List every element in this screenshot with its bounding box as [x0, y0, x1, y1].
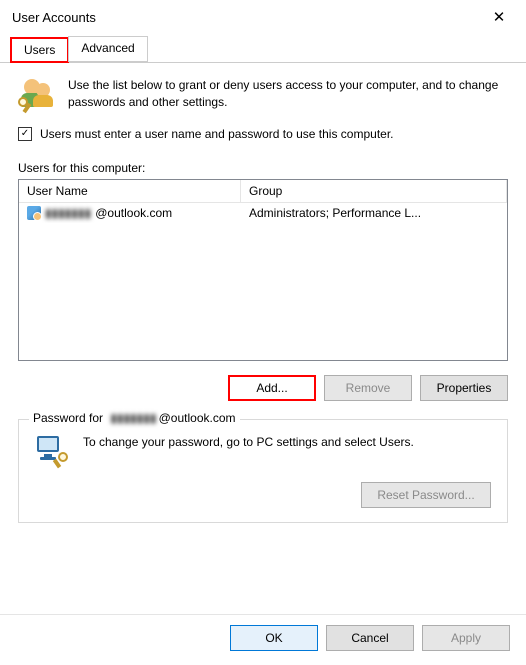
monitor-key-icon [35, 434, 69, 468]
add-button[interactable]: Add... [228, 375, 316, 401]
password-group-title: Password for ▮▮▮▮▮▮▮ @outlook.com [29, 411, 240, 425]
check-icon: ✓ [21, 129, 29, 139]
titlebar[interactable]: User Accounts ✕ [0, 0, 526, 34]
listview-header[interactable]: User Name Group [19, 180, 507, 203]
users-list-label: Users for this computer: [18, 161, 508, 175]
password-instruction-text: To change your password, go to PC settin… [83, 434, 491, 451]
cell-username: ▮▮▮▮▮▮▮ @outlook.com [19, 203, 241, 223]
require-login-label: Users must enter a user name and passwor… [40, 127, 394, 141]
remove-button: Remove [324, 375, 412, 401]
username-suffix: @outlook.com [95, 206, 172, 220]
dialog-footer: OK Cancel Apply [0, 614, 526, 665]
apply-button: Apply [422, 625, 510, 651]
cancel-button[interactable]: Cancel [326, 625, 414, 651]
username-redacted: ▮▮▮▮▮▮▮ [45, 206, 91, 220]
tab-strip: Users Advanced [0, 36, 526, 63]
intro-row: Use the list below to grant or deny user… [18, 77, 508, 113]
cell-group: Administrators; Performance L... [241, 203, 507, 223]
reset-password-button: Reset Password... [361, 482, 491, 508]
window-title: User Accounts [12, 10, 476, 25]
user-accounts-dialog: User Accounts ✕ Users Advanced Use the l… [0, 0, 526, 665]
column-group[interactable]: Group [241, 180, 507, 202]
user-buttons-row: Add... Remove Properties [18, 375, 508, 401]
table-row[interactable]: ▮▮▮▮▮▮▮ @outlook.com Administrators; Per… [19, 203, 507, 223]
require-login-checkbox-row[interactable]: ✓ Users must enter a user name and passw… [18, 127, 508, 141]
user-account-icon [27, 206, 41, 220]
tab-users[interactable]: Users [10, 37, 69, 63]
reset-password-row: Reset Password... [35, 482, 491, 508]
tab-advanced[interactable]: Advanced [68, 36, 147, 62]
users-listview[interactable]: User Name Group ▮▮▮▮▮▮▮ @outlook.com Adm… [18, 179, 508, 361]
column-username[interactable]: User Name [19, 180, 241, 202]
users-keys-icon [18, 77, 54, 113]
close-icon: ✕ [493, 8, 506, 26]
intro-text: Use the list below to grant or deny user… [68, 77, 508, 111]
password-groupbox: Password for ▮▮▮▮▮▮▮ @outlook.com To cha… [18, 419, 508, 523]
tab-content-users: Use the list below to grant or deny user… [0, 63, 526, 614]
password-row: To change your password, go to PC settin… [35, 434, 491, 468]
close-button[interactable]: ✕ [476, 2, 522, 32]
ok-button[interactable]: OK [230, 625, 318, 651]
properties-button[interactable]: Properties [420, 375, 508, 401]
password-title-redacted: ▮▮▮▮▮▮▮ [110, 411, 156, 425]
require-login-checkbox[interactable]: ✓ [18, 127, 32, 141]
